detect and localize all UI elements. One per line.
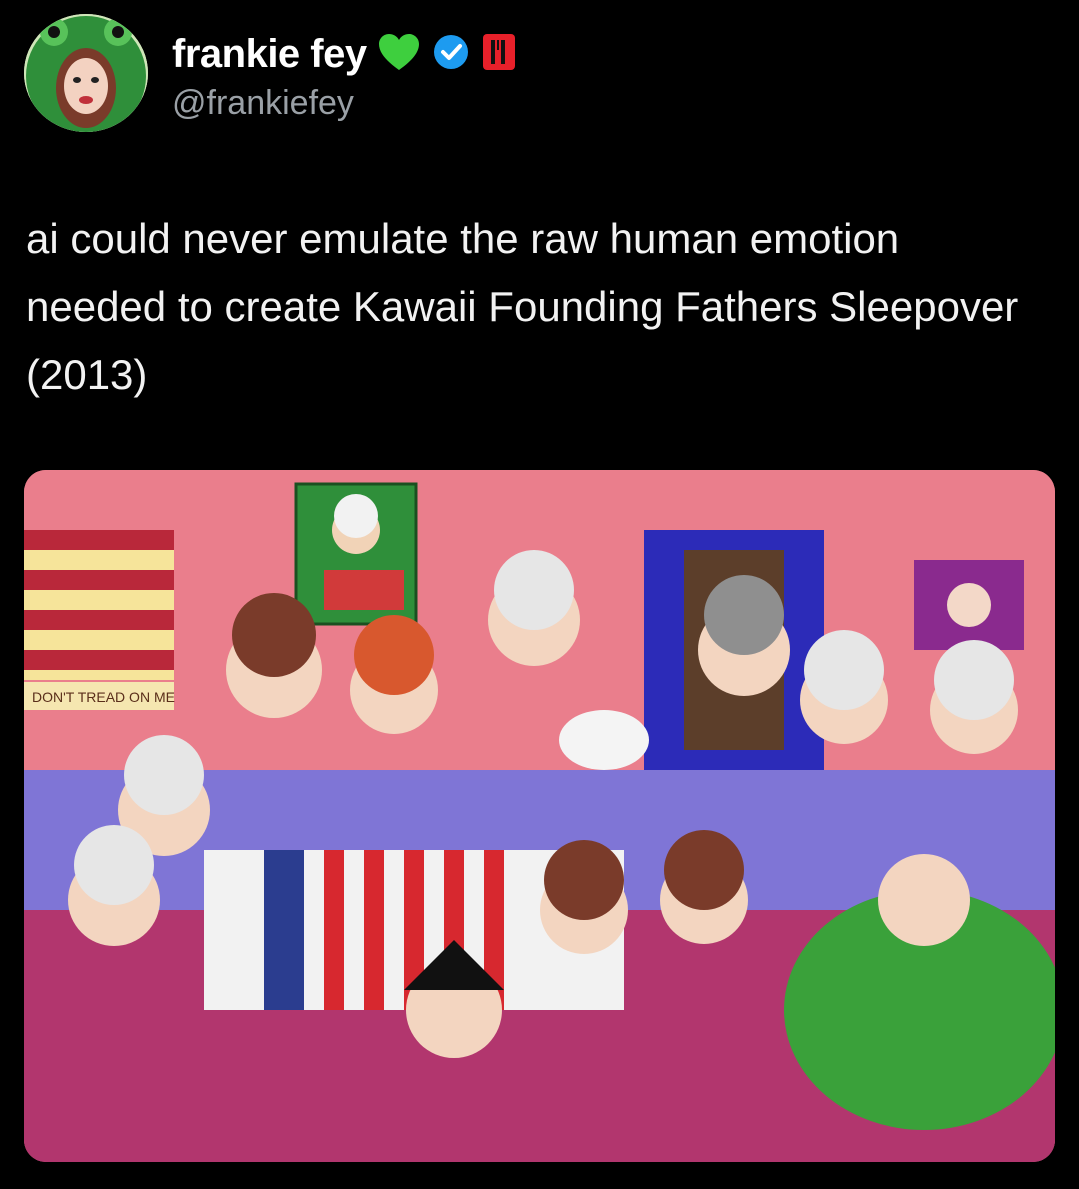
heart-icon bbox=[377, 32, 421, 77]
tweet-media-image[interactable]: DON'T TREAD ON ME bbox=[24, 470, 1055, 1162]
avatar[interactable] bbox=[24, 14, 148, 132]
banner-text: DON'T TREAD ON ME bbox=[32, 689, 175, 705]
verified-icon[interactable] bbox=[431, 32, 471, 77]
sleepover-illustration: DON'T TREAD ON ME bbox=[24, 470, 1055, 1162]
tweet-header: frankie fey @frankiefey bbox=[24, 14, 1054, 134]
dont-tread-flag-icon bbox=[24, 530, 174, 710]
author-handle[interactable]: @frankiefey bbox=[172, 84, 354, 123]
display-name[interactable]: frankie fey bbox=[172, 32, 367, 77]
tweet-text: ai could never emulate the raw human emo… bbox=[26, 215, 1019, 398]
author-row: frankie fey bbox=[172, 32, 517, 77]
avatar-image bbox=[24, 14, 148, 132]
flag-icon bbox=[481, 32, 517, 77]
